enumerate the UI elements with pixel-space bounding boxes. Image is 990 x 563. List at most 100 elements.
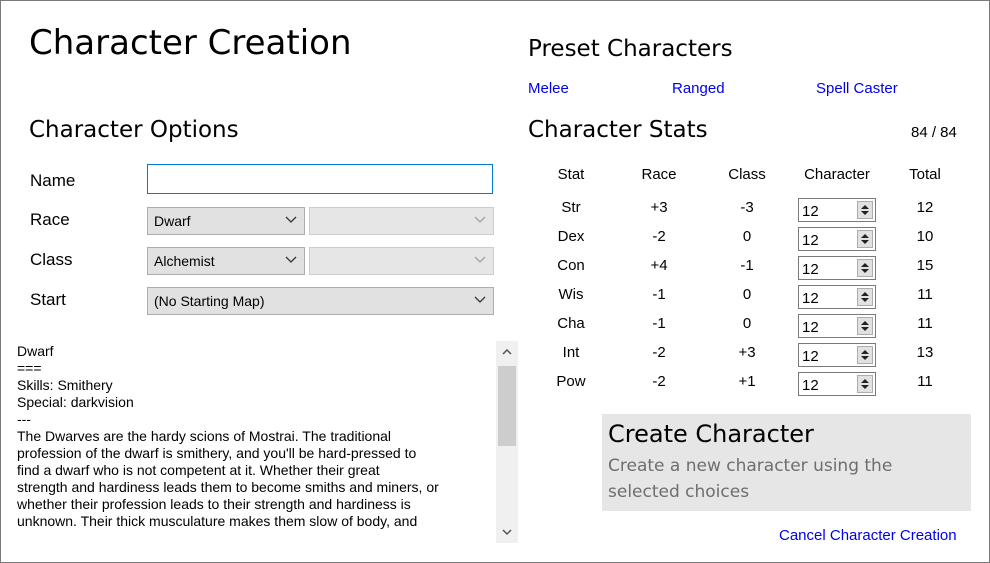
scrollbar-thumb[interactable]	[498, 366, 516, 446]
character-stat-value: 12	[802, 232, 819, 249]
character-stat-stepper[interactable]: 12	[798, 372, 876, 396]
total-value: 11	[917, 373, 933, 390]
class-modifier: 0	[742, 286, 752, 303]
class-subselect[interactable]	[309, 247, 494, 275]
preset-heading: Preset Characters	[528, 36, 733, 62]
name-input[interactable]	[147, 164, 493, 194]
race-label: Race	[30, 210, 70, 229]
character-stat-stepper[interactable]: 12	[798, 285, 876, 309]
start-label: Start	[30, 290, 66, 309]
stats-heading: Character Stats	[528, 117, 708, 143]
total-value: 11	[917, 286, 933, 303]
stat-name: Wis	[558, 286, 584, 303]
spin-arrows-icon[interactable]	[857, 230, 873, 248]
chevron-down-icon[interactable]	[501, 526, 513, 538]
stat-name: Pow	[556, 373, 586, 390]
description-line: whether their profession leads to their …	[17, 496, 411, 512]
spin-arrows-icon[interactable]	[857, 346, 873, 364]
class-modifier: +1	[738, 373, 756, 390]
description-text: Dwarf === Skills: Smithery Special: dark…	[17, 343, 495, 543]
race-modifier: +4	[650, 257, 668, 274]
create-character-subtitle: Create a new character using the selecte…	[608, 456, 893, 502]
race-select-value: Dwarf	[154, 213, 191, 229]
description-line: find a dwarf who is not competent at it.…	[17, 462, 380, 478]
spin-arrows-icon[interactable]	[857, 375, 873, 393]
character-stat-stepper[interactable]: 12	[798, 198, 876, 222]
stat-column-header: Stat	[557, 166, 585, 183]
class-modifier: 0	[742, 315, 752, 332]
stat-points-remaining: 84 / 84	[911, 124, 957, 141]
stat-name: Int	[562, 344, 580, 361]
total-value: 12	[916, 199, 934, 216]
character-stat-value: 12	[802, 319, 819, 336]
character-stat-value: 12	[802, 377, 819, 394]
class-select-value: Alchemist	[154, 253, 215, 269]
character-stat-stepper[interactable]: 12	[798, 227, 876, 251]
preset-ranged-link[interactable]: Ranged	[672, 80, 725, 97]
spin-arrows-icon[interactable]	[857, 317, 873, 335]
total-value: 10	[916, 228, 934, 245]
character-stat-stepper[interactable]: 12	[798, 343, 876, 367]
preset-spellcaster-link[interactable]: Spell Caster	[816, 80, 898, 97]
chevron-down-icon	[474, 216, 486, 223]
race-select[interactable]: Dwarf	[147, 207, 305, 235]
class-modifier: 0	[742, 228, 752, 245]
description-line: Dwarf	[17, 343, 54, 359]
description-line: ===	[17, 360, 42, 376]
spin-arrows-icon[interactable]	[857, 259, 873, 277]
race-modifier: -2	[652, 344, 666, 361]
race-column-header: Race	[641, 166, 677, 183]
preset-melee-link[interactable]: Melee	[528, 80, 569, 97]
class-modifier: +3	[738, 344, 756, 361]
spin-arrows-icon[interactable]	[857, 288, 873, 306]
create-character-title: Create Character	[608, 420, 814, 448]
chevron-down-icon	[285, 256, 297, 263]
stat-name: Str	[561, 199, 581, 216]
race-modifier: -2	[652, 228, 666, 245]
character-stat-value: 12	[802, 203, 819, 220]
class-modifier: -1	[740, 257, 754, 274]
description-scrollbar[interactable]	[496, 341, 518, 543]
description-line: The Dwarves are the hardy scions of Most…	[17, 428, 392, 444]
stat-name: Dex	[557, 228, 585, 245]
character-stat-value: 12	[802, 261, 819, 278]
race-modifier: -2	[652, 373, 666, 390]
start-select-value: (No Starting Map)	[154, 293, 265, 309]
character-creation-window: Character Creation Preset Characters Mel…	[0, 0, 990, 563]
start-select[interactable]: (No Starting Map)	[147, 287, 494, 315]
description-line: profession of the dwarf is smithery, and…	[17, 445, 417, 461]
cancel-character-creation-link[interactable]: Cancel Character Creation	[779, 527, 957, 544]
character-column-header: Character	[804, 166, 870, 183]
class-select[interactable]: Alchemist	[147, 247, 305, 275]
stat-name: Cha	[557, 315, 585, 332]
total-value: 11	[917, 315, 933, 332]
stat-name: Con	[557, 257, 585, 274]
character-stat-stepper[interactable]: 12	[798, 314, 876, 338]
description-line: ---	[17, 411, 31, 427]
race-modifier: -1	[652, 286, 666, 303]
total-value: 15	[916, 257, 934, 274]
chevron-up-icon[interactable]	[501, 346, 513, 358]
chevron-down-icon	[474, 256, 486, 263]
chevron-down-icon	[474, 296, 486, 303]
race-modifier: +3	[650, 199, 668, 216]
description-line: Special: darkvision	[17, 394, 134, 410]
spin-arrows-icon[interactable]	[857, 201, 873, 219]
page-title: Character Creation	[29, 23, 352, 63]
character-stat-value: 12	[802, 290, 819, 307]
class-modifier: -3	[740, 199, 754, 216]
character-stat-value: 12	[802, 348, 819, 365]
race-subselect[interactable]	[309, 207, 494, 235]
name-label: Name	[30, 171, 76, 190]
class-label: Class	[30, 250, 73, 269]
options-heading: Character Options	[29, 117, 239, 143]
description-line: Skills: Smithery	[17, 377, 113, 393]
chevron-down-icon	[285, 216, 297, 223]
description-line: strength and hardiness leads them to bec…	[17, 479, 439, 495]
character-stat-stepper[interactable]: 12	[798, 256, 876, 280]
description-line: unknown. Their thick musculature makes t…	[17, 513, 418, 529]
class-column-header: Class	[728, 166, 766, 183]
create-character-button[interactable]: Create Character Create a new character …	[602, 414, 971, 511]
race-modifier: -1	[652, 315, 666, 332]
total-column-header: Total	[909, 166, 941, 183]
